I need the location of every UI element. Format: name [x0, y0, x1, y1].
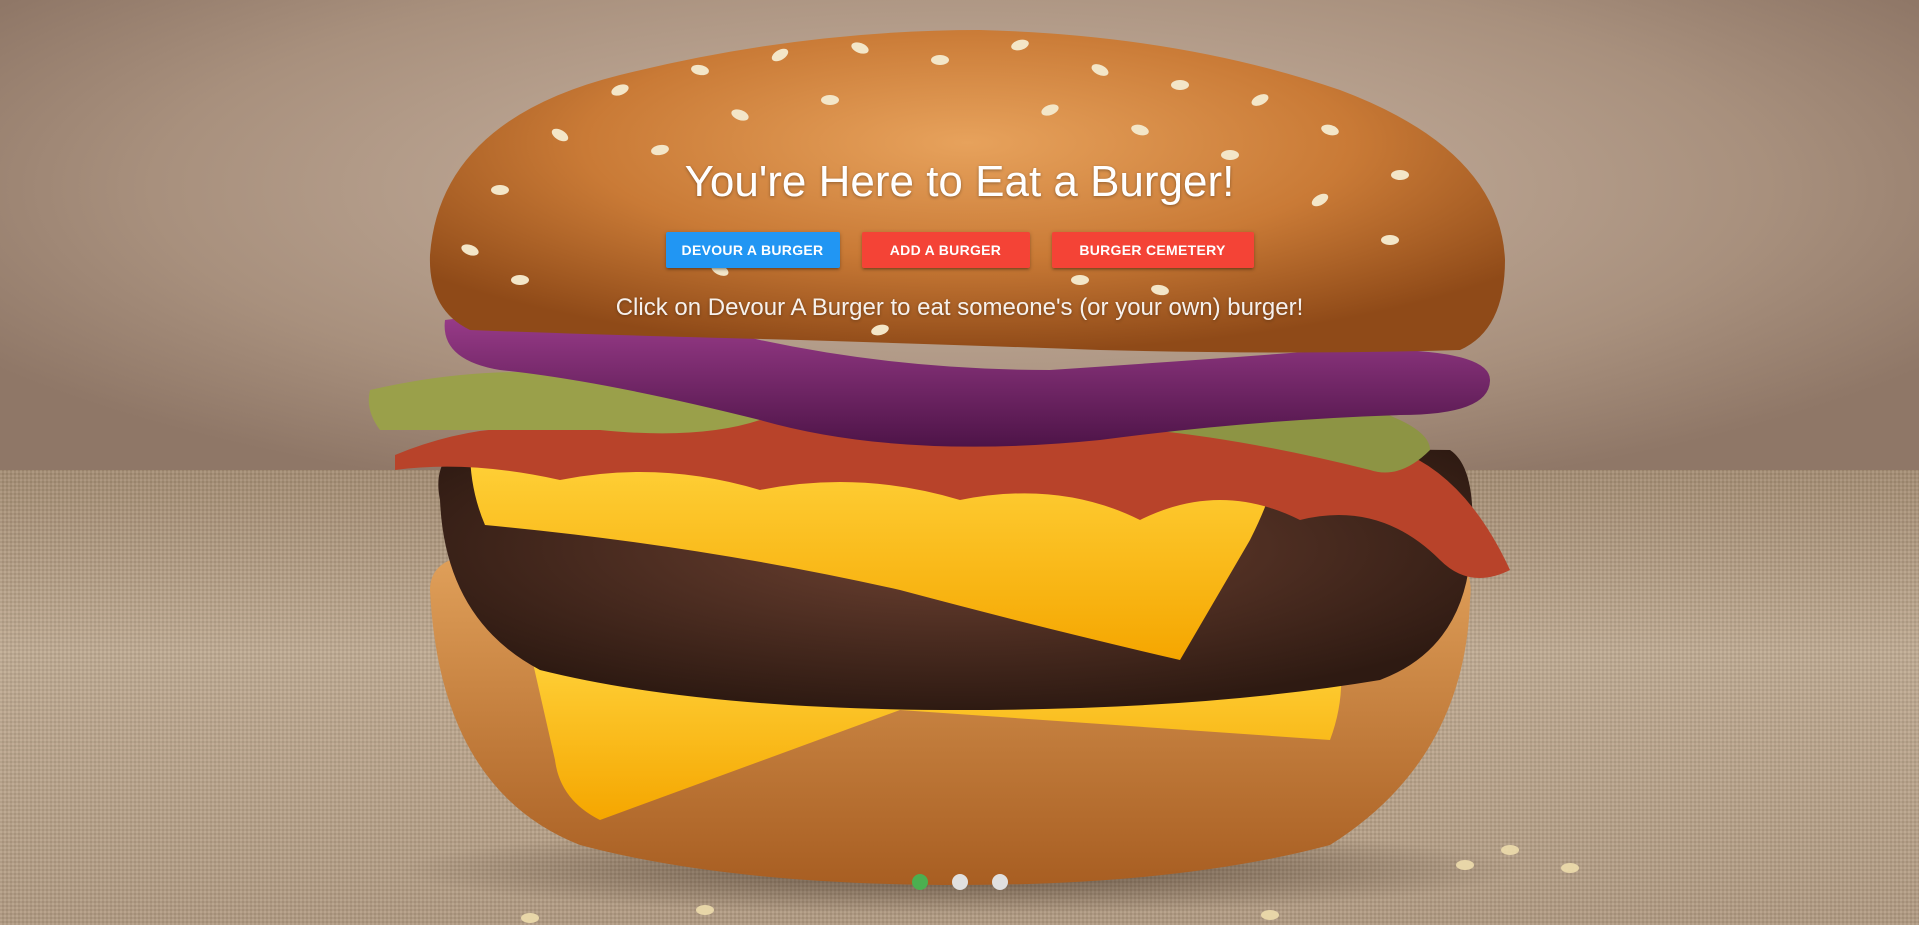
burger-cemetery-button[interactable]: BURGER CEMETERY: [1051, 232, 1254, 268]
hero-caption: You're Here to Eat a Burger! DEVOUR A BU…: [0, 152, 1919, 322]
hero-title: You're Here to Eat a Burger!: [684, 157, 1235, 206]
devour-burger-button[interactable]: DEVOUR A BURGER: [665, 232, 840, 268]
carousel-dot-3[interactable]: [991, 874, 1008, 890]
add-burger-button[interactable]: ADD A BURGER: [861, 232, 1030, 268]
burger-image: [368, 30, 1579, 923]
carousel-indicators: [0, 874, 1919, 890]
action-buttons: DEVOUR A BURGER ADD A BURGER BURGER CEME…: [0, 232, 1919, 268]
carousel-dot-2[interactable]: [951, 874, 968, 890]
hero-slider: You're Here to Eat a Burger! DEVOUR A BU…: [0, 0, 1919, 925]
carousel-dot-1[interactable]: [911, 874, 928, 890]
hero-subtitle: Click on Devour A Burger to eat someone'…: [615, 294, 1304, 321]
